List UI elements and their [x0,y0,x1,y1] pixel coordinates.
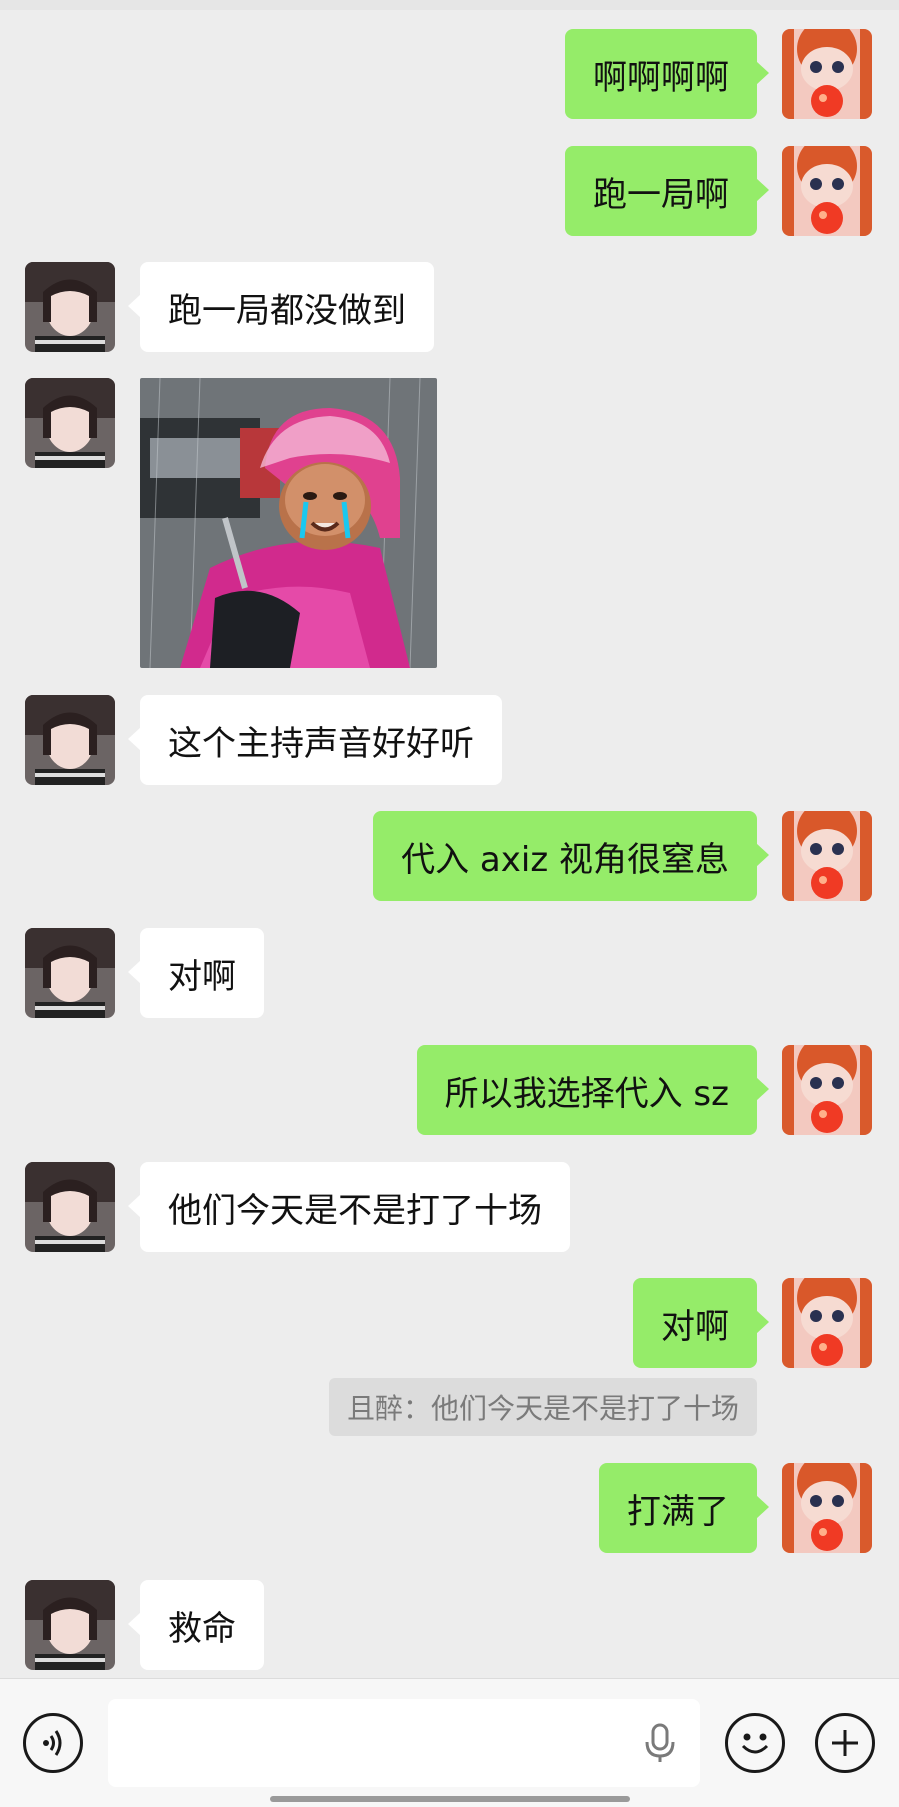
message-row: 他们今天是不是打了十场 [0,1162,899,1252]
message-text: 所以我选择代入 sz [444,1073,729,1114]
message-input[interactable] [108,1699,700,1787]
message-text: 他们今天是不是打了十场 [168,1190,542,1231]
my-avatar[interactable] [782,811,872,901]
message-row: 啊啊啊啊 [0,29,899,119]
message-row: 跑一局都没做到 [0,262,899,352]
my-avatar[interactable] [782,1045,872,1135]
message-text: 代入 axiz 视角很窒息 [401,839,729,880]
contact-avatar[interactable] [25,1162,115,1252]
quoted-message[interactable]: 且醉：他们今天是不是打了十场 [328,1378,757,1436]
message-bubble-mine[interactable]: 啊啊啊啊 [565,29,769,119]
message-bubble-other[interactable]: 救命 [128,1580,264,1670]
message-row: 所以我选择代入 sz [0,1045,899,1135]
message-text: 对啊 [168,956,236,997]
message-text: 打满了 [627,1491,729,1532]
contact-avatar[interactable] [25,695,115,785]
my-avatar[interactable] [782,1278,872,1368]
message-row: 对啊 [0,928,899,1018]
message-row: 对啊 [0,1278,899,1368]
message-bubble-mine[interactable]: 对啊 [633,1278,769,1368]
message-bubble-other[interactable]: 他们今天是不是打了十场 [128,1162,570,1252]
input-bar [0,1678,899,1807]
message-row: 代入 axiz 视角很窒息 [0,811,899,901]
message-row: 这个主持声音好好听 [0,695,899,785]
message-bubble-other[interactable]: 对啊 [128,928,264,1018]
message-bubble-mine[interactable]: 所以我选择代入 sz [416,1045,770,1135]
microphone-icon[interactable] [640,1723,680,1763]
message-text: 这个主持声音好好听 [168,723,474,764]
message-text: 救命 [168,1608,236,1649]
message-bubble-mine[interactable]: 跑一局啊 [565,146,769,236]
message-text: 跑一局啊 [593,174,729,215]
quote-text: 且醉：他们今天是不是打了十场 [346,1392,739,1425]
message-text: 对啊 [661,1306,729,1347]
message-bubble-mine[interactable]: 代入 axiz 视角很窒息 [373,811,769,901]
contact-avatar[interactable] [25,378,115,468]
crying-baby-helmet-sticker[interactable] [140,378,437,668]
message-bubble-other[interactable]: 跑一局都没做到 [128,262,434,352]
message-bubble-mine[interactable]: 打满了 [599,1463,769,1553]
plus-icon[interactable] [815,1713,875,1773]
my-avatar[interactable] [782,1463,872,1553]
chat-area[interactable]: 啊啊啊啊 跑一局啊 跑一局都没做到 这个主持声音好好听 代入 axiz 视角很窒… [0,0,899,1678]
contact-avatar[interactable] [25,262,115,352]
message-row: 跑一局啊 [0,146,899,236]
message-text: 跑一局都没做到 [168,290,406,331]
message-text: 啊啊啊啊 [593,57,729,98]
message-row [0,378,899,668]
my-avatar[interactable] [782,146,872,236]
emoji-icon[interactable] [725,1713,785,1773]
contact-avatar[interactable] [25,928,115,1018]
my-avatar[interactable] [782,29,872,119]
message-row: 救命 [0,1580,899,1670]
home-indicator [270,1796,630,1802]
message-bubble-other[interactable]: 这个主持声音好好听 [128,695,502,785]
voice-icon[interactable] [23,1713,83,1773]
message-row: 打满了 [0,1463,899,1553]
top-divider [0,0,899,10]
contact-avatar[interactable] [25,1580,115,1670]
